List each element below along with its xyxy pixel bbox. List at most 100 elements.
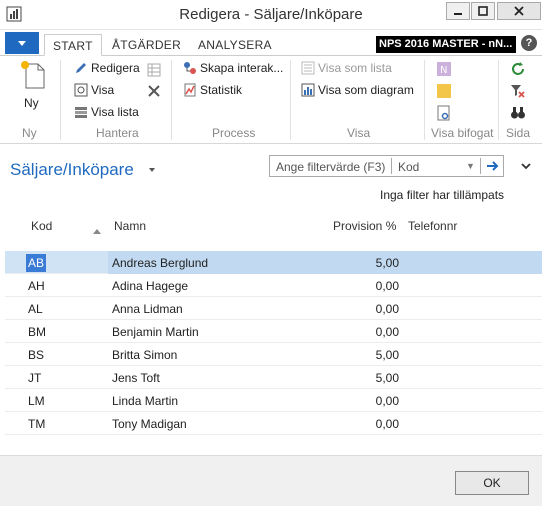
view-button[interactable]: Visa [74,83,114,97]
cell-provision[interactable]: 5,00 [305,256,399,270]
table-row[interactable]: BS Britta Simon 5,00 [5,343,542,366]
group-label-attachments: Visa bifogat [431,126,494,140]
ribbon: Ny Ny Redigera Visa Visa lista Hantera S… [0,56,542,144]
filter-input[interactable]: Ange filtervärde (F3) [276,160,385,174]
view-icon [74,83,88,97]
cell-provision[interactable]: 0,00 [305,394,399,408]
links-icon[interactable] [436,105,452,121]
table-row[interactable]: TM Tony Madigan 0,00 [5,412,542,435]
cell-namn[interactable]: Jens Toft [112,371,160,385]
table-edit-icon[interactable] [147,63,161,77]
cell-kod[interactable]: TM [28,417,45,431]
minimize-button[interactable] [446,2,470,20]
table-row[interactable]: JT Jens Toft 5,00 [5,366,542,389]
ribbon-separator [290,60,291,140]
column-header-telefon[interactable]: Telefonnr [408,219,457,233]
cell-kod[interactable]: AB [26,254,47,272]
pencil-icon [76,63,86,73]
maximize-icon [478,6,488,16]
cell-provision[interactable]: 5,00 [305,348,399,362]
clear-filter-icon[interactable] [510,83,526,99]
maximize-button[interactable] [471,2,495,20]
refresh-icon[interactable] [510,61,526,77]
new-button-label: Ny [24,96,39,110]
ribbon-separator [171,60,172,140]
statistics-button[interactable]: Statistik [183,83,242,97]
cell-provision[interactable]: 0,00 [305,325,399,339]
collapse-filter-icon[interactable] [520,160,532,172]
filter-field-dropdown-icon[interactable]: ▼ [466,161,475,171]
column-header-kod[interactable]: Kod [31,219,52,233]
create-interaction-button[interactable]: Skapa interak... [183,61,283,75]
show-as-chart-label: Visa som diagram [318,83,414,97]
table-row[interactable]: BM Benjamin Martin 0,00 [5,320,542,343]
ok-button[interactable]: OK [455,471,529,495]
ribbon-separator [498,60,499,140]
grid-rows: AB Andreas Berglund 5,00 AH Adina Hagege… [5,251,542,435]
table-row[interactable]: AL Anna Lidman 0,00 [5,297,542,320]
page-title-dropdown-icon[interactable] [149,168,155,172]
tab-start[interactable]: START [44,34,102,56]
filter-field-select[interactable]: Kod [398,160,419,174]
table-row[interactable]: AB Andreas Berglund 5,00 [5,251,542,274]
cell-namn[interactable]: Anna Lidman [112,302,183,316]
delete-icon[interactable] [147,84,161,98]
cell-kod[interactable]: JT [28,371,41,385]
cell-namn[interactable]: Adina Hagege [112,279,188,293]
create-interaction-label: Skapa interak... [200,61,284,75]
table-row[interactable]: AH Adina Hagege 0,00 [5,274,542,297]
tab-analyze[interactable]: ANALYSERA [190,34,280,56]
title-bar: Redigera - Säljare/Inköpare [0,0,542,30]
cell-kod[interactable]: AL [28,302,43,316]
onenote-icon[interactable]: N [436,61,452,77]
column-header-provision[interactable]: Provision % [333,219,396,233]
chart-view-icon [301,83,315,97]
cell-provision[interactable]: 5,00 [305,371,399,385]
svg-text:N: N [440,65,447,76]
filter-divider [391,158,392,174]
minimize-icon [454,13,462,15]
show-as-list-button[interactable]: Visa som lista [301,61,392,75]
group-label-page: Sida [506,126,531,140]
cell-namn[interactable]: Britta Simon [112,348,177,362]
edit-label: Redigera [91,61,140,75]
show-as-chart-button[interactable]: Visa som diagram [301,83,414,97]
group-label-manage: Hantera [96,126,139,140]
file-menu-button[interactable] [5,32,39,54]
no-filter-text: Inga filter har tillämpats [380,188,505,202]
close-button[interactable] [497,2,541,20]
company-name[interactable]: NPS 2016 MASTER - nN... [376,36,516,53]
view-list-button[interactable]: Visa lista [74,105,139,119]
dialog-footer: OK [0,455,542,506]
new-button[interactable]: Ny [18,60,50,116]
cell-kod[interactable]: BM [28,325,46,339]
list-icon [75,107,87,118]
cell-kod[interactable]: AH [28,279,45,293]
help-icon[interactable]: ? [521,35,537,51]
sort-ascending-icon [93,229,101,234]
close-icon [514,6,524,16]
table-row[interactable]: LM Linda Martin 0,00 [5,389,542,412]
notes-icon[interactable] [436,83,452,99]
list-view-icon [301,61,315,75]
group-label-process: Process [212,126,256,140]
cell-kod[interactable]: LM [28,394,45,408]
group-label-view: Visa [347,126,371,140]
cell-provision[interactable]: 0,00 [305,417,399,431]
page-title[interactable]: Säljare/Inköpare [10,160,134,180]
cell-namn[interactable]: Andreas Berglund [112,256,208,270]
cell-provision[interactable]: 0,00 [305,279,399,293]
cell-namn[interactable]: Benjamin Martin [112,325,199,339]
edit-button[interactable]: Redigera [74,61,140,75]
interaction-icon [184,62,196,74]
find-icon[interactable] [510,105,526,121]
cell-namn[interactable]: Linda Martin [112,394,178,408]
ribbon-separator [60,60,61,140]
view-label: Visa [91,83,115,97]
cell-kod[interactable]: BS [28,348,44,362]
cell-namn[interactable]: Tony Madigan [112,417,187,431]
cell-provision[interactable]: 0,00 [305,302,399,316]
column-header-namn[interactable]: Namn [114,219,146,233]
tab-actions[interactable]: ÅTGÄRDER [104,34,189,56]
apply-filter-arrow-icon[interactable] [485,158,501,174]
